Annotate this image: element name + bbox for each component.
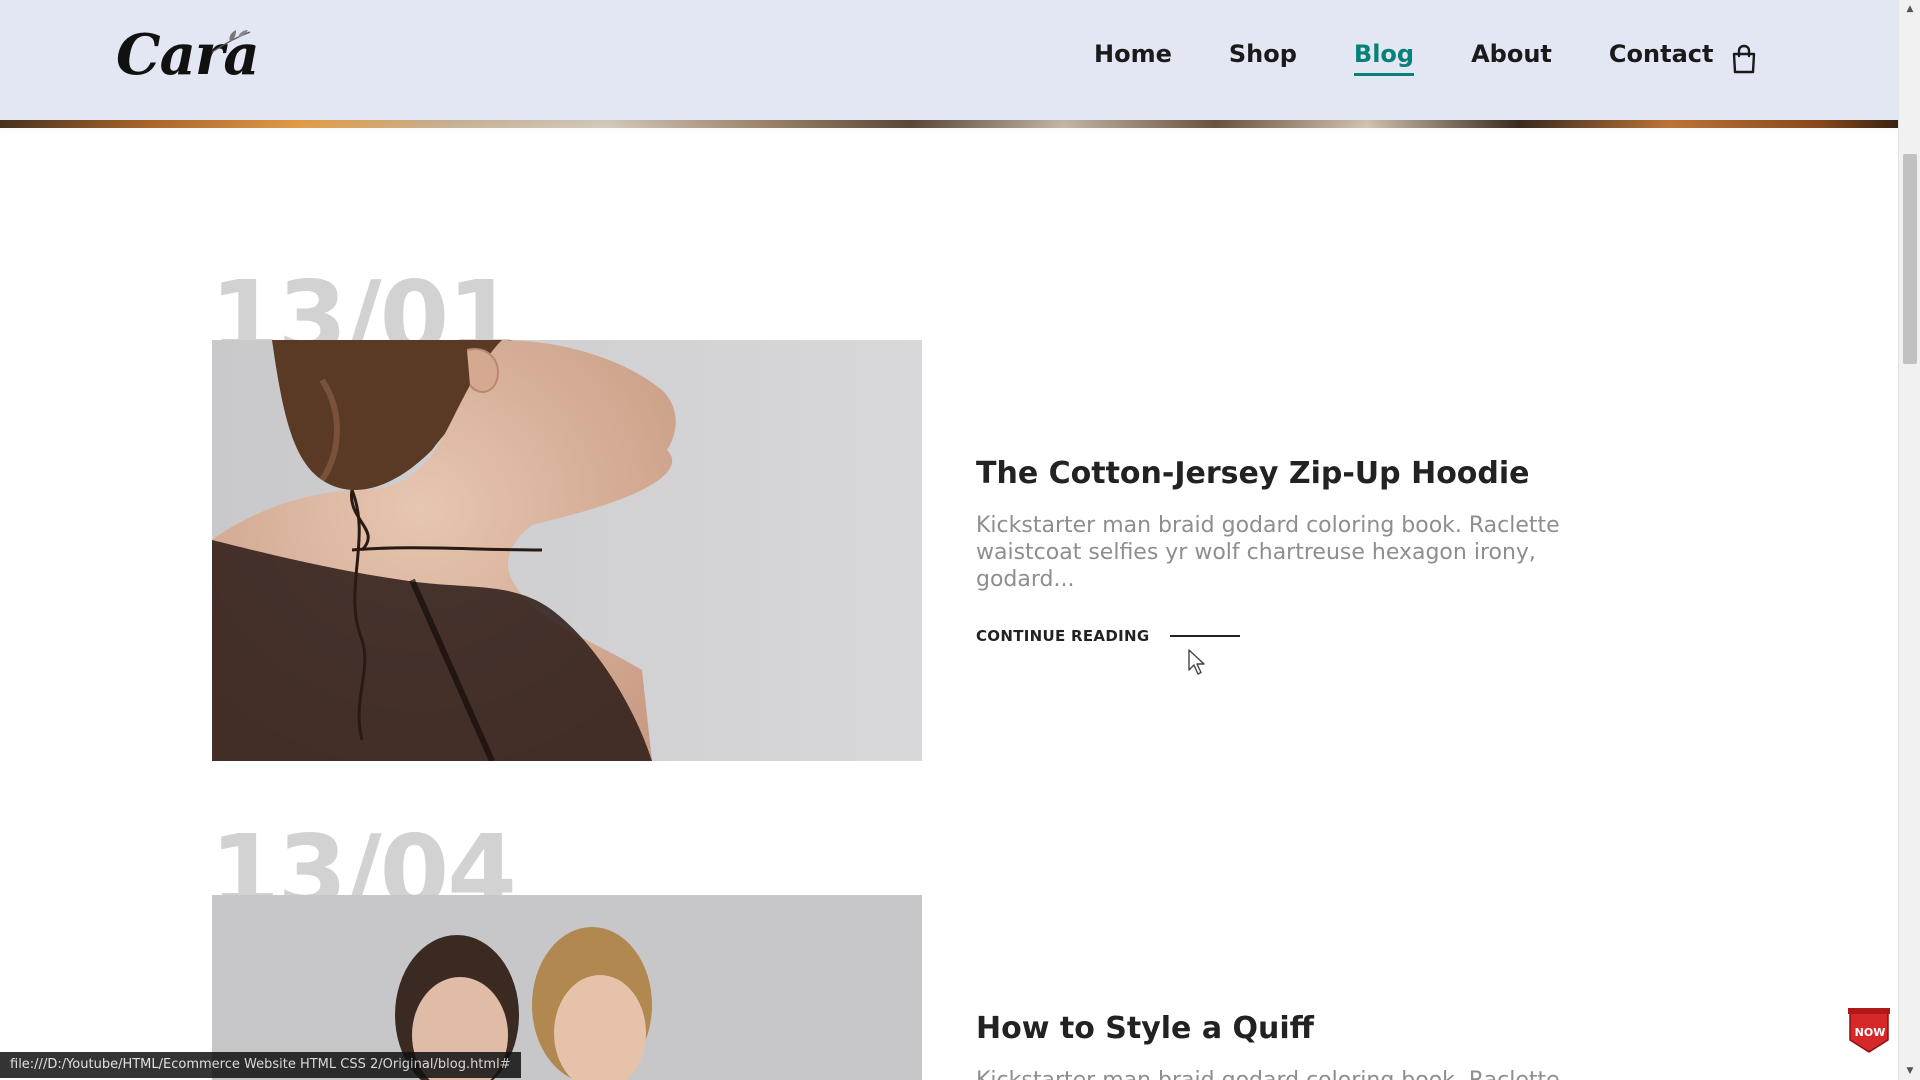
nav-about[interactable]: About: [1471, 40, 1552, 68]
continue-reading-line: [1170, 635, 1240, 637]
nav-home[interactable]: Home: [1094, 40, 1172, 68]
badge-label: NOW: [1854, 1026, 1886, 1039]
page-viewport: Cara Home Shop Blog About Contact 13/01: [0, 0, 1898, 1080]
shopping-bag-icon[interactable]: [1730, 44, 1758, 74]
continue-reading-link[interactable]: CONTINUE READING: [976, 627, 1149, 645]
main-nav: Home Shop Blog About Contact: [1094, 40, 1770, 76]
scroll-thumb[interactable]: [1903, 154, 1917, 364]
logo-leaf-icon: [211, 30, 251, 53]
blog-excerpt: Kickstarter man braid godard coloring bo…: [976, 1067, 1616, 1080]
nav-contact[interactable]: Contact: [1609, 40, 1714, 68]
scrollbar[interactable]: ▲ ▼: [1898, 0, 1920, 1080]
scroll-up-icon[interactable]: ▲: [1899, 0, 1920, 18]
mouse-cursor-icon: [1188, 649, 1205, 675]
scroll-down-icon[interactable]: ▼: [1899, 1062, 1920, 1080]
site-header: Cara Home Shop Blog About Contact: [0, 0, 1898, 120]
link-status-bar: file:///D:/Youtube/HTML/Ecommerce Websit…: [0, 1052, 521, 1078]
blog-title[interactable]: The Cotton-Jersey Zip-Up Hoodie: [976, 456, 1530, 491]
blog-excerpt: Kickstarter man braid godard coloring bo…: [976, 513, 1560, 592]
nav-shop[interactable]: Shop: [1229, 40, 1297, 68]
blog-title[interactable]: How to Style a Quiff: [976, 1011, 1314, 1046]
blog-image[interactable]: [212, 340, 922, 761]
nav-blog[interactable]: Blog: [1353, 40, 1415, 76]
